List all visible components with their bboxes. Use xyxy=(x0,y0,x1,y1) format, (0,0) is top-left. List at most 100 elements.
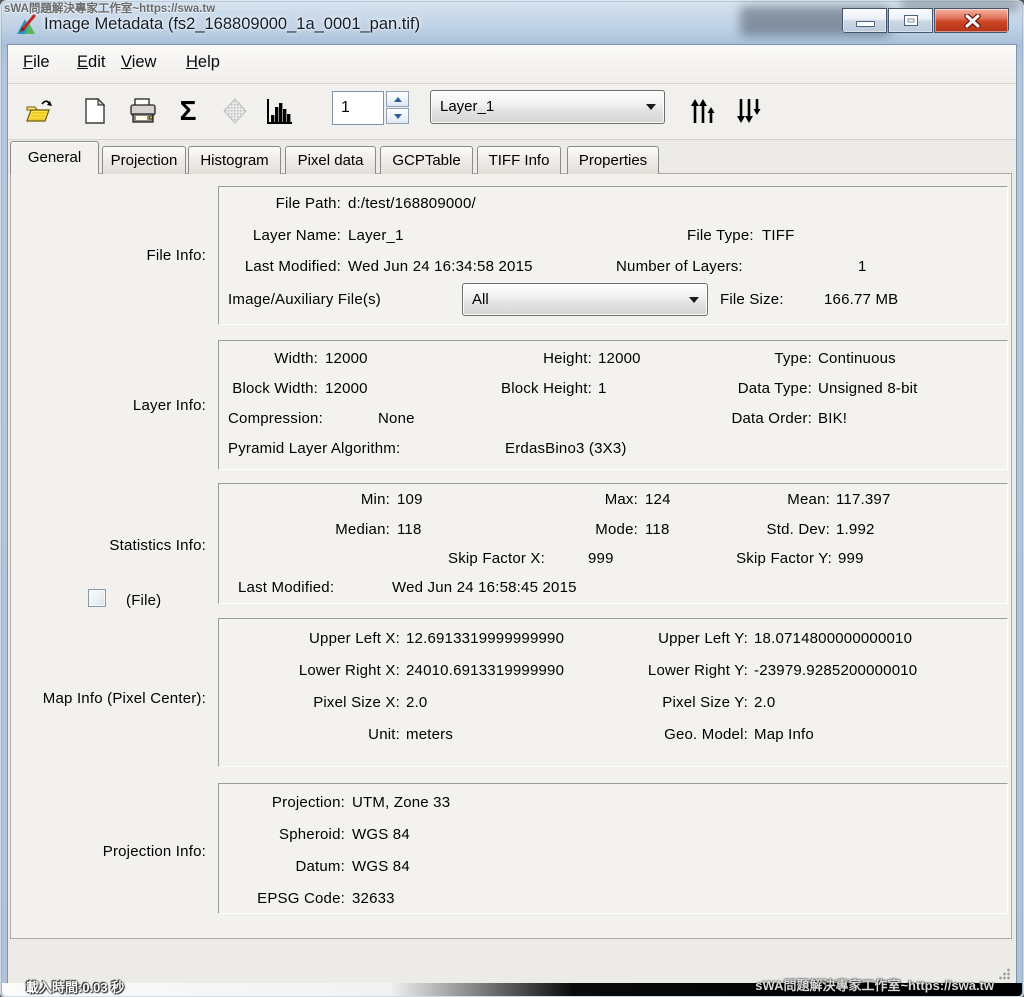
menu-file[interactable]: File xyxy=(18,51,55,74)
map-info-section-label: Map Info (Pixel Center): xyxy=(10,690,206,707)
layer-select[interactable]: Layer_1 xyxy=(430,90,665,124)
tab-projection[interactable]: Projection xyxy=(102,146,186,174)
menu-edit[interactable]: Edit xyxy=(72,51,110,74)
histogram-icon xyxy=(264,97,294,125)
layer-number-up-button[interactable] xyxy=(386,91,409,107)
projection-value: UTM, Zone 33 xyxy=(352,794,450,811)
aux-files-select[interactable]: All xyxy=(462,283,708,316)
file-path-value: d:/test/168809000/ xyxy=(348,195,476,212)
pyramid-button[interactable] xyxy=(216,92,254,130)
layer-info-section-label: Layer Info: xyxy=(10,397,206,414)
open-button[interactable] xyxy=(20,92,58,130)
unit-value: meters xyxy=(406,726,453,743)
close-button[interactable] xyxy=(934,8,1009,33)
pixel-size-y-value: 2.0 xyxy=(754,694,775,711)
type-label: Type: xyxy=(660,350,812,367)
file-type-label: File Type: xyxy=(687,227,754,244)
file-size-label: File Size: xyxy=(720,291,784,308)
watermark-top-left: sWA問題解決專家工作室~https://swa.tw xyxy=(4,0,215,16)
toolbar: Σ xyxy=(8,84,1016,140)
pyramid-layers-icon xyxy=(222,98,248,124)
stddev-value: 1.992 xyxy=(836,521,875,538)
app-icon xyxy=(14,13,38,37)
mode-value: 118 xyxy=(645,521,670,538)
printer-icon xyxy=(129,98,157,124)
lower-right-y-value: -23979.9285200000010 xyxy=(754,662,917,679)
window-title: Image Metadata (fs2_168809000_1a_0001_pa… xyxy=(44,15,420,34)
lower-layer-button[interactable] xyxy=(730,92,768,130)
height-value: 12000 xyxy=(598,350,641,367)
tab-tiff-info[interactable]: TIFF Info xyxy=(477,146,561,174)
layer-select-value: Layer_1 xyxy=(440,98,494,115)
menu-view[interactable]: View xyxy=(116,51,161,74)
pyramid-algorithm-value: ErdasBino3 (3X3) xyxy=(505,440,627,457)
file-stats-checkbox-label: (File) xyxy=(126,592,161,609)
layer-number-down-button[interactable] xyxy=(386,108,409,124)
block-height-value: 1 xyxy=(598,380,607,397)
tab-properties[interactable]: Properties xyxy=(567,146,659,174)
mode-label: Mode: xyxy=(540,521,638,538)
spheroid-value: WGS 84 xyxy=(352,826,410,843)
lower-right-x-value: 24010.6913319999990 xyxy=(406,662,564,679)
mean-label: Mean: xyxy=(700,491,830,508)
skip-factor-y-value: 999 xyxy=(838,550,864,567)
mean-value: 117.397 xyxy=(836,491,891,508)
data-order-value: BIK! xyxy=(818,410,847,427)
tab-gcptable[interactable]: GCPTable xyxy=(380,146,473,174)
skip-factor-y-label: Skip Factor Y: xyxy=(690,550,832,567)
compression-label: Compression: xyxy=(228,410,323,427)
tab-histogram[interactable]: Histogram xyxy=(188,146,281,174)
tab-general[interactable]: General xyxy=(10,141,99,174)
width-label: Width: xyxy=(218,350,318,367)
file-path-label: File Path: xyxy=(218,195,341,212)
histogram-button[interactable] xyxy=(260,92,298,130)
stats-last-modified-value: Wed Jun 24 16:58:45 2015 xyxy=(392,579,577,596)
lower-right-x-label: Lower Right X: xyxy=(280,662,400,679)
max-label: Max: xyxy=(540,491,638,508)
stats-last-modified-label: Last Modified: xyxy=(238,579,334,596)
block-width-label: Block Width: xyxy=(218,380,318,397)
lower-right-y-label: Lower Right Y: xyxy=(620,662,748,679)
compression-value: None xyxy=(378,410,415,427)
width-value: 12000 xyxy=(325,350,368,367)
sigma-icon: Σ xyxy=(180,97,197,125)
layer-name-label: Layer Name: xyxy=(218,227,341,244)
epsg-code-value: 32633 xyxy=(352,890,395,907)
lower-layer-icon xyxy=(735,98,763,124)
raise-layer-button[interactable] xyxy=(684,92,722,130)
skip-factor-x-value: 999 xyxy=(588,550,614,567)
tab-pixel-data[interactable]: Pixel data xyxy=(285,146,376,174)
max-value: 124 xyxy=(645,491,671,508)
image-metadata-window: Image Metadata (fs2_168809000_1a_0001_pa… xyxy=(0,0,1024,997)
chevron-up-icon xyxy=(394,97,402,102)
median-label: Median: xyxy=(300,521,390,538)
minimize-button[interactable] xyxy=(842,8,887,33)
close-icon xyxy=(964,14,981,28)
pixel-size-y-label: Pixel Size Y: xyxy=(620,694,748,711)
aux-files-label: Image/Auxiliary File(s) xyxy=(228,291,381,308)
maximize-button[interactable] xyxy=(888,8,933,33)
statistics-button[interactable]: Σ xyxy=(169,92,207,130)
projection-label: Projection: xyxy=(240,794,345,811)
layer-number-input[interactable] xyxy=(332,91,384,125)
geo-model-label: Geo. Model: xyxy=(620,726,748,743)
resize-grip[interactable] xyxy=(998,967,1011,980)
file-info-section-label: File Info: xyxy=(10,247,206,264)
geo-model-value: Map Info xyxy=(754,726,814,743)
stddev-label: Std. Dev: xyxy=(680,521,830,538)
new-button[interactable] xyxy=(76,92,114,130)
block-height-label: Block Height: xyxy=(460,380,592,397)
chevron-down-icon xyxy=(689,297,699,303)
print-button[interactable] xyxy=(124,92,162,130)
type-value: Continuous xyxy=(818,350,896,367)
data-type-label: Data Type: xyxy=(660,380,812,397)
pixel-size-x-value: 2.0 xyxy=(406,694,427,711)
file-stats-checkbox[interactable] xyxy=(88,589,106,607)
file-size-value: 166.77 MB xyxy=(824,291,898,308)
menu-help[interactable]: Help xyxy=(181,51,225,74)
datum-label: Datum: xyxy=(240,858,345,875)
upper-left-y-label: Upper Left Y: xyxy=(620,630,748,647)
block-width-value: 12000 xyxy=(325,380,368,397)
height-label: Height: xyxy=(460,350,592,367)
file-type-value: TIFF xyxy=(762,227,794,244)
